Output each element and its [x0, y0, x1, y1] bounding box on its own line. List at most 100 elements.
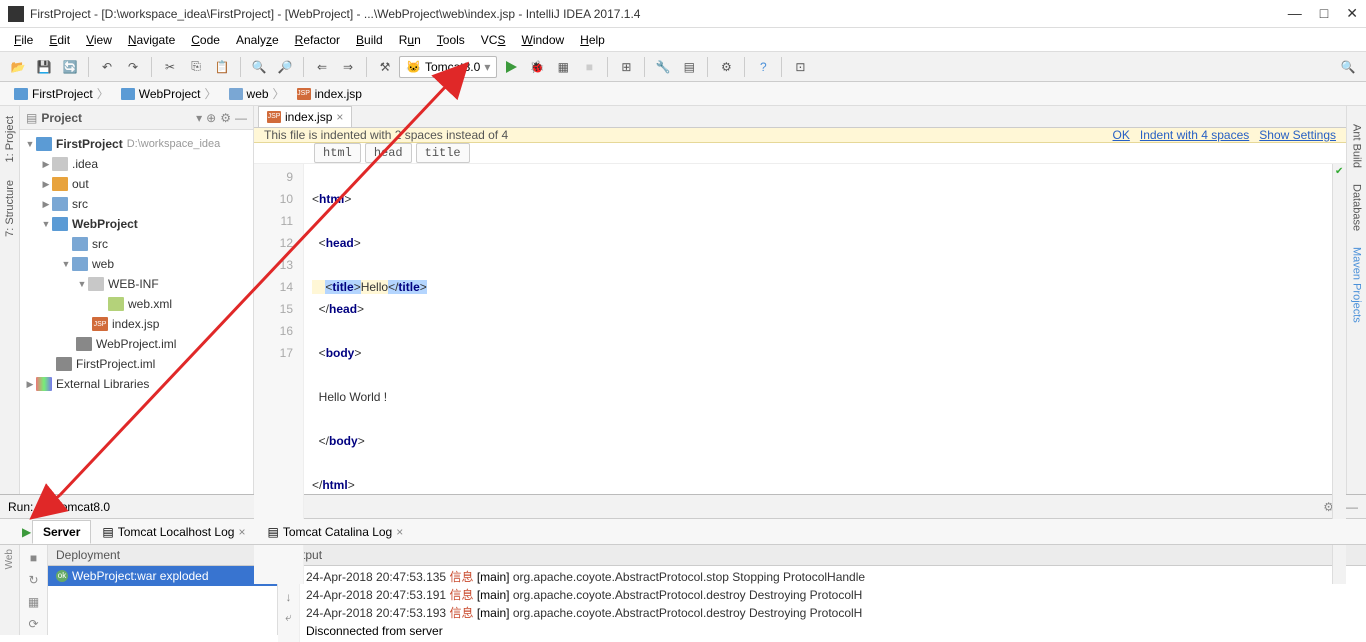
tree-idea[interactable]: ▶.idea [20, 154, 253, 174]
run-config-selector[interactable]: 🐱 Tomcat8.0 ▾ [399, 56, 497, 78]
crumb-module[interactable]: WebProject [115, 85, 223, 102]
rerun-icon[interactable]: ▶ [22, 525, 31, 539]
menu-help[interactable]: Help [574, 31, 611, 49]
deployment-item[interactable]: ok WebProject:war exploded [48, 566, 277, 586]
tab-maven[interactable]: Maven Projects [1351, 239, 1363, 331]
run-tab-catalina[interactable]: ▤ Tomcat Catalina Log× [256, 520, 414, 544]
run-tab-server[interactable]: Server [32, 520, 91, 544]
redo-icon[interactable]: ↷ [121, 55, 145, 79]
tree-indexjsp[interactable]: JSPindex.jsp [20, 314, 253, 334]
menu-code[interactable]: Code [185, 31, 226, 49]
close-icon[interactable]: × [238, 525, 245, 539]
down-icon[interactable]: ↓ [286, 590, 292, 604]
stop-icon[interactable]: ■ [30, 551, 37, 565]
undo-icon[interactable]: ↶ [95, 55, 119, 79]
tree-out[interactable]: ▶out [20, 174, 253, 194]
menu-analyze[interactable]: Analyze [230, 31, 285, 49]
hide-icon[interactable]: — [1346, 500, 1358, 514]
close-button[interactable]: ✕ [1346, 5, 1358, 22]
menu-tools[interactable]: Tools [431, 31, 471, 49]
notice-text: This file is indented with 2 spaces inst… [264, 128, 1103, 142]
tree-wp-src[interactable]: src [20, 234, 253, 254]
help-icon[interactable]: ? [751, 55, 775, 79]
tree-webinf[interactable]: ▼WEB-INF [20, 274, 253, 294]
left-bottom-strip: Web [0, 545, 20, 635]
find-icon[interactable]: 🔍 [247, 55, 271, 79]
sdk-icon[interactable]: ⚙ [714, 55, 738, 79]
structure-icon[interactable]: ⊞ [614, 55, 638, 79]
close-icon[interactable]: × [396, 525, 403, 539]
project-structure-icon[interactable]: ▤ [677, 55, 701, 79]
open-icon[interactable]: 📂 [6, 55, 30, 79]
tree-fpiml[interactable]: FirstProject.iml [20, 354, 253, 374]
make-icon[interactable]: ⚒ [373, 55, 397, 79]
redeploy-icon[interactable]: ⟳ [28, 617, 38, 631]
collapse-icon[interactable]: ⊕ [206, 111, 216, 125]
copy-icon[interactable]: ⎘ [184, 55, 208, 79]
tab-structure[interactable]: 7: Structure [4, 174, 16, 243]
save-icon[interactable]: 💾 [32, 55, 56, 79]
tree-wpiml[interactable]: WebProject.iml [20, 334, 253, 354]
tree-web[interactable]: ▼web [20, 254, 253, 274]
notice-settings-link[interactable]: Show Settings [1259, 128, 1336, 142]
tab-ant[interactable]: Ant Build [1351, 116, 1363, 176]
tree-webproject[interactable]: ▼WebProject [20, 214, 253, 234]
crumb-file[interactable]: JSPindex.jsp [291, 87, 372, 101]
tab-project[interactable]: 1: Project [4, 110, 16, 168]
status-ok-icon: ok [56, 570, 68, 582]
coverage-icon[interactable]: ▦ [551, 55, 575, 79]
titlebar: FirstProject - [D:\workspace_idea\FirstP… [0, 0, 1366, 28]
tab-database[interactable]: Database [1351, 176, 1363, 239]
maximize-button[interactable]: □ [1320, 5, 1328, 22]
close-tab-icon[interactable]: × [336, 110, 343, 124]
menu-view[interactable]: View [80, 31, 118, 49]
wrap-icon[interactable]: ⤶ [285, 610, 292, 625]
reload-icon[interactable]: ↻ [28, 573, 38, 587]
forward-icon[interactable]: ⇒ [336, 55, 360, 79]
sync-icon[interactable]: 🔄 [58, 55, 82, 79]
menu-refactor[interactable]: Refactor [289, 31, 346, 49]
crumb-project[interactable]: FirstProject [8, 85, 115, 102]
minimize-button[interactable]: — [1288, 5, 1302, 22]
menu-window[interactable]: Window [515, 31, 570, 49]
menu-navigate[interactable]: Navigate [122, 31, 181, 49]
right-tool-strip: Ant Build Database Maven Projects [1346, 106, 1366, 494]
menu-vcs[interactable]: VCS [475, 31, 512, 49]
hide-icon[interactable]: — [235, 111, 247, 125]
plugin-icon[interactable]: ⊡ [788, 55, 812, 79]
jsp-icon: JSP [267, 111, 281, 123]
menu-file[interactable]: FFileile [8, 31, 39, 49]
crumb-folder[interactable]: web [223, 85, 291, 102]
tab-label: index.jsp [285, 110, 332, 124]
back-icon[interactable]: ⇐ [310, 55, 334, 79]
menu-build[interactable]: Build [350, 31, 389, 49]
bc-html[interactable]: html [314, 143, 361, 163]
layout-icon[interactable]: ▦ [28, 595, 39, 609]
paste-icon[interactable]: 📋 [210, 55, 234, 79]
tree-src[interactable]: ▶src [20, 194, 253, 214]
cut-icon[interactable]: ✂ [158, 55, 182, 79]
menu-edit[interactable]: Edit [43, 31, 76, 49]
debug-button[interactable]: 🐞 [525, 55, 549, 79]
project-tree[interactable]: ▼FirstProjectD:\workspace_idea ▶.idea ▶o… [20, 130, 253, 494]
run-button[interactable] [499, 55, 523, 79]
notice-ok-link[interactable]: OK [1113, 128, 1130, 142]
tab-web[interactable]: Web [4, 549, 15, 569]
gear-icon[interactable]: ⚙ [220, 111, 231, 125]
run-tab-localhost[interactable]: ▤ Tomcat Localhost Log× [91, 520, 256, 544]
notice-indent-link[interactable]: Indent with 4 spaces [1140, 128, 1249, 142]
bc-title[interactable]: title [416, 143, 470, 163]
editor-tab-indexjsp[interactable]: JSP index.jsp × [258, 106, 352, 127]
run-config-label: Tomcat8.0 [425, 60, 480, 74]
replace-icon[interactable]: 🔎 [273, 55, 297, 79]
search-everywhere-icon[interactable]: 🔍 [1336, 55, 1360, 79]
settings-icon[interactable]: 🔧 [651, 55, 675, 79]
dropdown-icon[interactable]: ▾ [196, 111, 202, 125]
stop-icon[interactable]: ■ [577, 55, 601, 79]
menu-run[interactable]: Run [393, 31, 427, 49]
tree-root[interactable]: ▼FirstProjectD:\workspace_idea [20, 134, 253, 154]
window-title: FirstProject - [D:\workspace_idea\FirstP… [30, 7, 1288, 21]
tree-extlib[interactable]: ▶External Libraries [20, 374, 253, 394]
tree-webxml[interactable]: web.xml [20, 294, 253, 314]
bc-head[interactable]: head [365, 143, 412, 163]
